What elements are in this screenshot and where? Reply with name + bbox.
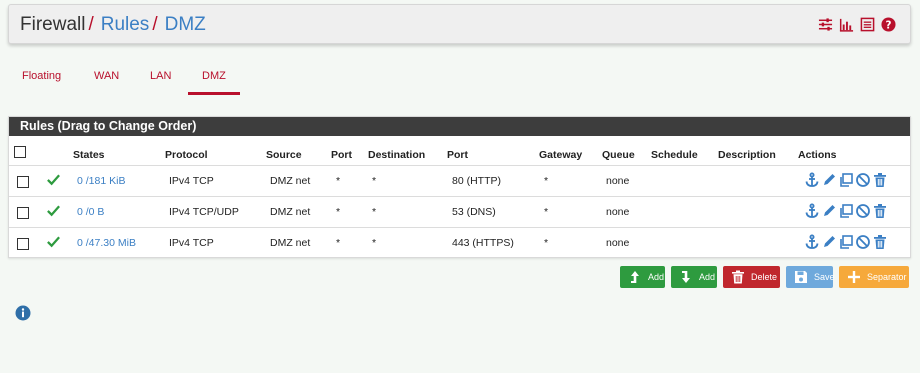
add-top-button[interactable]: Add (620, 266, 665, 288)
check-icon[interactable] (46, 234, 61, 254)
protocol-cell: IPv4 TCP/UDP (169, 206, 239, 218)
table-row[interactable]: 0 /0 B IPv4 TCP/UDP DMZ net * * 53 (DNS)… (9, 196, 910, 227)
disable-icon[interactable] (855, 203, 871, 219)
arrow-down-icon (679, 270, 693, 284)
rules-panel: Rules (Drag to Change Order) States Prot… (8, 116, 911, 258)
save-icon (794, 270, 808, 284)
destination-cell: * (372, 175, 377, 187)
edit-icon[interactable] (821, 234, 837, 250)
copy-icon[interactable] (838, 172, 854, 188)
delete-label: Delete (751, 272, 778, 282)
check-icon[interactable] (46, 172, 61, 192)
edit-icon[interactable] (821, 172, 837, 188)
col-port: Port (331, 149, 352, 161)
tab-wan[interactable]: WAN (94, 70, 119, 82)
col-schedule: Schedule (651, 149, 698, 161)
anchor-icon[interactable] (804, 203, 820, 219)
info-icon[interactable] (15, 305, 31, 321)
source-cell: DMZ net (270, 206, 311, 218)
breadcrumb-separator: / (152, 14, 158, 35)
queue-cell: none (606, 175, 630, 187)
copy-icon[interactable] (838, 234, 854, 250)
gateway-cell: * (544, 175, 549, 187)
source-cell: DMZ net (270, 237, 311, 249)
port-cell: * (336, 237, 341, 249)
dest-port-cell: 53 (DNS) (452, 206, 496, 218)
row-select-checkbox[interactable] (17, 176, 29, 188)
source-cell: DMZ net (270, 175, 311, 187)
add-bottom-label: Add (699, 272, 716, 282)
gateway-cell: * (544, 237, 549, 249)
col-actions: Actions (798, 149, 837, 161)
add-bottom-button[interactable]: Add (671, 266, 717, 288)
svg-text:?: ? (886, 19, 892, 31)
disable-icon[interactable] (855, 172, 871, 188)
list-icon[interactable] (860, 17, 875, 32)
bar-chart-icon[interactable] (839, 17, 854, 32)
help-icon[interactable]: ? (881, 17, 896, 32)
separator-label: Separator (867, 272, 907, 282)
row-actions (804, 234, 888, 250)
col-states: States (73, 149, 105, 161)
destination-cell: * (372, 206, 377, 218)
anchor-icon[interactable] (804, 234, 820, 250)
col-source: Source (266, 149, 302, 161)
states-link[interactable]: 0 /0 B (77, 206, 104, 218)
trash-icon[interactable] (872, 203, 888, 219)
col-queue: Queue (602, 149, 635, 161)
row-actions (804, 172, 888, 188)
select-all-checkbox[interactable] (14, 146, 26, 158)
port-cell: * (336, 206, 341, 218)
copy-icon[interactable] (838, 203, 854, 219)
protocol-cell: IPv4 TCP (169, 237, 214, 249)
edit-icon[interactable] (821, 203, 837, 219)
check-icon[interactable] (46, 203, 61, 223)
save-button[interactable]: Save (786, 266, 835, 288)
breadcrumb-dmz-link[interactable]: DMZ (165, 14, 206, 35)
save-label: Save (814, 272, 835, 282)
anchor-icon[interactable] (804, 172, 820, 188)
protocol-cell: IPv4 TCP (169, 175, 214, 187)
col-description: Description (718, 149, 776, 161)
tab-floating[interactable]: Floating (22, 70, 61, 82)
states-link[interactable]: 0 /181 KiB (77, 175, 125, 187)
port-cell: * (336, 175, 341, 187)
states-link[interactable]: 0 /47.30 MiB (77, 237, 136, 249)
plus-icon (847, 270, 861, 284)
tab-lan[interactable]: LAN (150, 70, 171, 82)
sliders-icon[interactable] (818, 17, 833, 32)
row-actions (804, 203, 888, 219)
queue-cell: none (606, 237, 630, 249)
trash-icon[interactable] (872, 234, 888, 250)
col-gateway: Gateway (539, 149, 583, 161)
disable-icon[interactable] (855, 234, 871, 250)
breadcrumb: Firewall / Rules / DMZ (20, 14, 206, 36)
row-select-checkbox[interactable] (17, 207, 29, 219)
add-top-label: Add (648, 272, 665, 282)
breadcrumb-rules-link[interactable]: Rules (101, 14, 150, 35)
separator-button[interactable]: Separator (839, 266, 909, 288)
panel-title: Rules (Drag to Change Order) (9, 117, 910, 136)
col-dest-port: Port (447, 149, 468, 161)
table-row[interactable]: 0 /181 KiB IPv4 TCP DMZ net * * 80 (HTTP… (9, 165, 910, 196)
dest-port-cell: 443 (HTTPS) (452, 237, 514, 249)
trash-icon[interactable] (872, 172, 888, 188)
queue-cell: none (606, 206, 630, 218)
page-header: Firewall / Rules / DMZ ? (8, 4, 911, 44)
trash-icon (731, 270, 745, 284)
tab-dmz[interactable]: DMZ (188, 70, 240, 95)
arrow-up-icon (628, 270, 642, 284)
col-destination: Destination (368, 149, 426, 161)
delete-button[interactable]: Delete (723, 266, 780, 288)
table-row[interactable]: 0 /47.30 MiB IPv4 TCP DMZ net * * 443 (H… (9, 227, 910, 258)
breadcrumb-separator: / (88, 14, 94, 35)
row-select-checkbox[interactable] (17, 238, 29, 250)
col-protocol: Protocol (165, 149, 208, 161)
header-icons: ? (818, 17, 896, 32)
breadcrumb-firewall: Firewall (20, 14, 86, 35)
gateway-cell: * (544, 206, 549, 218)
destination-cell: * (372, 237, 377, 249)
dest-port-cell: 80 (HTTP) (452, 175, 502, 187)
